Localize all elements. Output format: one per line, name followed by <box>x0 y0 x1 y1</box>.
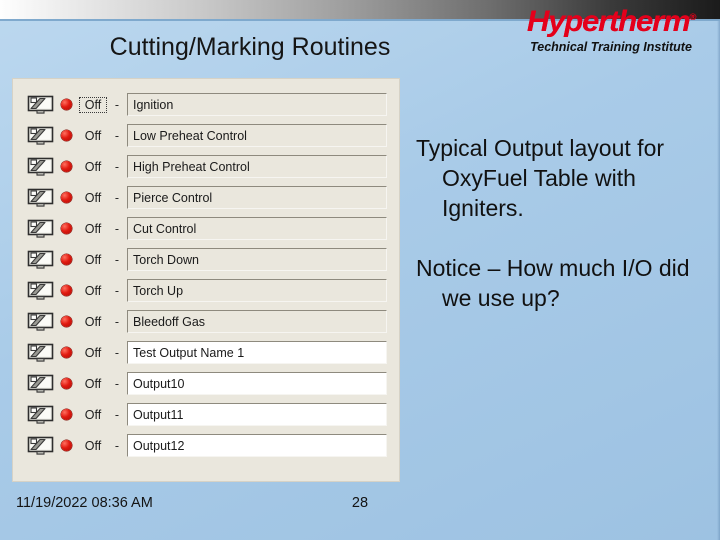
output-row[interactable]: Off - Torch Down <box>13 244 399 275</box>
output-name-input[interactable]: Output10 <box>127 372 387 395</box>
logo-brand-text: Hypertherm® <box>504 2 718 37</box>
output-state-label[interactable]: Off <box>79 252 107 268</box>
output-state-label[interactable]: Off <box>79 128 107 144</box>
output-monitor-icon[interactable] <box>27 281 54 301</box>
output-name-input[interactable]: Output12 <box>127 434 387 457</box>
output-monitor-icon[interactable] <box>27 250 54 270</box>
row-separator: - <box>114 190 120 205</box>
status-led-icon <box>61 254 72 265</box>
status-led-icon <box>61 223 72 234</box>
output-monitor-icon[interactable] <box>27 436 54 456</box>
output-monitor-icon[interactable] <box>27 312 54 332</box>
output-row[interactable]: Off - Low Preheat Control <box>13 120 399 151</box>
output-row[interactable]: Off - Bleedoff Gas <box>13 306 399 337</box>
output-name-input[interactable]: High Preheat Control <box>127 155 387 178</box>
status-led-icon <box>61 378 72 389</box>
output-monitor-icon[interactable] <box>27 188 54 208</box>
status-led-icon <box>61 99 72 110</box>
row-separator: - <box>114 97 120 112</box>
row-separator: - <box>114 128 120 143</box>
output-state-label[interactable]: Off <box>79 407 107 423</box>
row-separator: - <box>114 252 120 267</box>
output-row[interactable]: Off - Output10 <box>13 368 399 399</box>
output-monitor-icon[interactable] <box>27 157 54 177</box>
logo-brand-word: Hypertherm <box>526 5 691 38</box>
row-separator: - <box>114 376 120 391</box>
output-monitor-icon[interactable] <box>27 219 54 239</box>
output-name-input[interactable]: Low Preheat Control <box>127 124 387 147</box>
output-name-input[interactable]: Bleedoff Gas <box>127 310 387 333</box>
output-monitor-icon[interactable] <box>27 374 54 394</box>
output-row[interactable]: Off - Output12 <box>13 430 399 461</box>
output-state-label[interactable]: Off <box>79 221 107 237</box>
slide-canvas: Hypertherm® Technical Training Institute… <box>0 0 720 540</box>
output-monitor-icon[interactable] <box>27 95 54 115</box>
output-row[interactable]: Off - Ignition <box>13 89 399 120</box>
output-monitor-icon[interactable] <box>27 405 54 425</box>
output-name-input[interactable]: Output11 <box>127 403 387 426</box>
output-state-label[interactable]: Off <box>79 283 107 299</box>
hypertherm-logo: Hypertherm® Technical Training Institute <box>508 2 714 55</box>
status-led-icon <box>61 161 72 172</box>
row-separator: - <box>114 345 120 360</box>
output-state-label[interactable]: Off <box>79 159 107 175</box>
output-state-label[interactable]: Off <box>79 438 107 454</box>
status-led-icon <box>61 192 72 203</box>
output-row[interactable]: Off - High Preheat Control <box>13 151 399 182</box>
output-state-label[interactable]: Off <box>79 345 107 361</box>
output-row[interactable]: Off - Pierce Control <box>13 182 399 213</box>
row-separator: - <box>114 407 120 422</box>
output-name-input[interactable]: Cut Control <box>127 217 387 240</box>
status-led-icon <box>61 130 72 141</box>
logo-subtitle: Technical Training Institute <box>530 40 692 54</box>
page-title: Cutting/Marking Routines <box>109 33 391 61</box>
output-state-label[interactable]: Off <box>79 96 107 113</box>
output-row[interactable]: Off - Test Output Name 1 <box>13 337 399 368</box>
row-separator: - <box>114 221 120 236</box>
footer-page-number: 28 <box>351 495 369 511</box>
body-paragraph-2: Notice – How much I/O did we use up? <box>416 255 690 311</box>
status-led-icon <box>61 285 72 296</box>
registered-trademark-icon: ® <box>689 12 696 22</box>
status-led-icon <box>61 440 72 451</box>
output-name-input[interactable]: Torch Up <box>127 279 387 302</box>
body-text-block: Typical Output layout for OxyFuel Table … <box>416 133 712 313</box>
output-monitor-icon[interactable] <box>27 343 54 363</box>
output-monitor-icon[interactable] <box>27 126 54 146</box>
output-row[interactable]: Off - Output11 <box>13 399 399 430</box>
output-row[interactable]: Off - Torch Up <box>13 275 399 306</box>
body-paragraph-1: Typical Output layout for OxyFuel Table … <box>416 135 665 221</box>
output-state-label[interactable]: Off <box>79 190 107 206</box>
row-separator: - <box>114 438 120 453</box>
status-led-icon <box>61 347 72 358</box>
status-led-icon <box>61 316 72 327</box>
output-name-input[interactable]: Pierce Control <box>127 186 387 209</box>
output-list-panel: Off - Ignition Off - Low Preheat Control Off - H… <box>12 78 400 482</box>
status-led-icon <box>61 409 72 420</box>
output-state-label[interactable]: Off <box>79 376 107 392</box>
row-separator: - <box>114 159 120 174</box>
output-state-label[interactable]: Off <box>79 314 107 330</box>
output-name-input[interactable]: Torch Down <box>127 248 387 271</box>
output-row[interactable]: Off - Cut Control <box>13 213 399 244</box>
output-name-input[interactable]: Test Output Name 1 <box>127 341 387 364</box>
row-separator: - <box>114 314 120 329</box>
output-name-input[interactable]: Ignition <box>127 93 387 116</box>
output-rows: Off - Ignition Off - Low Preheat Control Off - H… <box>13 89 399 461</box>
row-separator: - <box>114 283 120 298</box>
